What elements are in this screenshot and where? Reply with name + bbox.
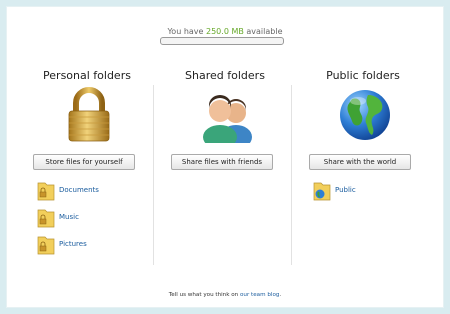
folder-link-music[interactable]: Music: [59, 213, 79, 221]
main-panel: You have 250.0 MB available Personal fol…: [6, 6, 444, 308]
folder-lock-icon: [37, 209, 55, 228]
folder-link-public[interactable]: Public: [335, 186, 356, 194]
personal-folders-column: Personal folders Store files for yoursel…: [17, 67, 157, 277]
folder-lock-icon: [37, 182, 55, 201]
store-files-button[interactable]: Store files for yourself: [33, 154, 135, 170]
globe-icon: [340, 90, 390, 140]
quota-suffix: available: [243, 27, 283, 36]
shared-folders-title: Shared folders: [185, 69, 265, 82]
public-folders-column: Public folders Share with the world Publ…: [293, 67, 433, 277]
team-blog-link[interactable]: our team blog: [240, 292, 279, 298]
storage-quota-bar: [160, 37, 284, 45]
shared-folders-column: Shared folders Share files with friends: [155, 67, 295, 277]
share-with-friends-button[interactable]: Share files with friends: [171, 154, 273, 170]
folder-link-documents[interactable]: Documents: [59, 186, 99, 194]
public-folders-title: Public folders: [326, 69, 400, 82]
quota-prefix: You have: [167, 27, 206, 36]
personal-folders-title: Personal folders: [43, 69, 131, 82]
folder-lock-icon: [37, 236, 55, 255]
users-icon: [203, 95, 252, 143]
storage-quota-text: You have 250.0 MB available: [7, 27, 443, 36]
quota-amount: 250.0 MB: [206, 27, 244, 36]
feedback-footer: Tell us what you think on our team blog.: [7, 292, 443, 298]
padlock-icon: [68, 87, 110, 142]
footer-suffix: .: [279, 292, 282, 298]
folder-link-pictures[interactable]: Pictures: [59, 240, 87, 248]
footer-prefix: Tell us what you think on: [168, 292, 240, 298]
folder-globe-icon: [313, 182, 331, 201]
share-with-world-button[interactable]: Share with the world: [309, 154, 411, 170]
